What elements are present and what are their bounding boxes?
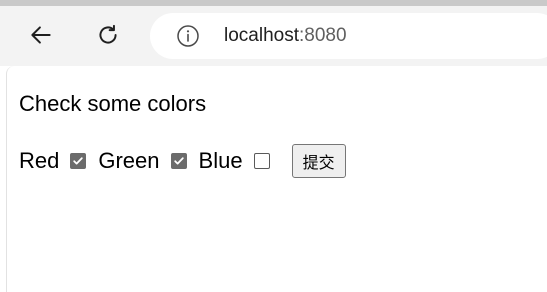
reload-button[interactable] xyxy=(91,18,125,52)
checkmark-icon xyxy=(73,157,84,165)
color-label-blue: Blue xyxy=(198,148,243,173)
url-port: :8080 xyxy=(299,25,347,46)
checkbox-blue[interactable] xyxy=(253,153,270,169)
page-viewport: Check some colors Red Green Blue 提交 xyxy=(6,66,547,292)
submit-button[interactable]: 提交 xyxy=(291,144,346,178)
color-label-green: Green xyxy=(98,148,160,173)
browser-toolbar: localhost:8080 xyxy=(0,6,547,66)
url-text[interactable]: localhost:8080 xyxy=(224,25,347,47)
checkmark-icon xyxy=(173,157,184,165)
address-bar[interactable]: localhost:8080 xyxy=(150,13,547,59)
checkbox-green[interactable] xyxy=(170,153,187,169)
colors-form: Red Green Blue 提交 xyxy=(19,144,346,178)
arrow-left-icon xyxy=(31,26,51,44)
url-host: localhost xyxy=(224,25,299,46)
info-icon[interactable] xyxy=(176,24,200,48)
back-button[interactable] xyxy=(24,18,58,52)
page-heading: Check some colors xyxy=(19,91,207,116)
refresh-icon xyxy=(99,24,117,44)
color-label-red: Red xyxy=(19,148,60,173)
checkbox-red[interactable] xyxy=(70,153,87,169)
